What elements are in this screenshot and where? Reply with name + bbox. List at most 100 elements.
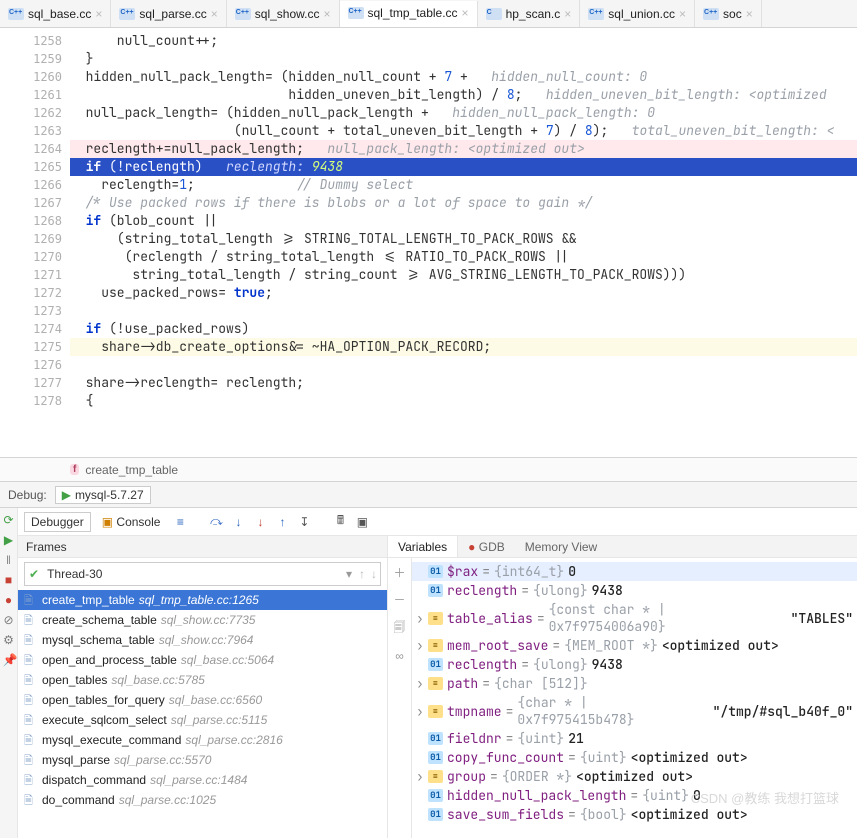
frame-location: sql_base.cc:5064 xyxy=(181,653,274,667)
editor-tab[interactable]: sql_parse.cc× xyxy=(111,0,226,27)
add-watch-icon[interactable]: ＋ xyxy=(393,564,405,581)
chevron-down-icon[interactable]: ▾ xyxy=(342,567,356,581)
variable-row[interactable]: ≡path = {char [512]} xyxy=(412,674,857,693)
line-number[interactable]: 1267 xyxy=(0,194,62,212)
close-icon[interactable]: × xyxy=(679,7,686,21)
variable-name: $rax xyxy=(447,563,478,580)
variable-row[interactable]: ≡tmpname = {char * | 0x7f975415b478} "/t… xyxy=(412,693,857,729)
pause-icon[interactable]: ‖ xyxy=(3,554,15,566)
resume-icon[interactable]: ▶ xyxy=(3,534,15,546)
variable-kind-icon: 01 xyxy=(428,732,443,745)
editor-tab[interactable]: sql_union.cc× xyxy=(580,0,695,27)
run-to-cursor-icon[interactable]: ↧ xyxy=(295,513,313,531)
stack-frame[interactable]: dispatch_command sql_parse.cc:1484 xyxy=(18,770,387,790)
tab-debugger[interactable]: Debugger xyxy=(24,512,91,532)
close-icon[interactable]: × xyxy=(211,7,218,21)
variable-row[interactable]: ≡table_alias = {const char * | 0x7f97540… xyxy=(412,600,857,636)
line-number[interactable]: 1278 xyxy=(0,392,62,410)
line-number[interactable]: 1276 xyxy=(0,356,62,374)
stack-frame[interactable]: mysql_execute_command sql_parse.cc:2816 xyxy=(18,730,387,750)
threads-icon[interactable]: ≡ xyxy=(171,513,189,531)
line-number[interactable]: 1270 xyxy=(0,248,62,266)
line-number[interactable]: 1275 xyxy=(0,338,62,356)
force-step-into-icon[interactable]: ↓ xyxy=(251,513,269,531)
variable-row[interactable]: 01$rax = {int64_t} 0 xyxy=(412,562,857,581)
stack-frame[interactable]: create_tmp_table sql_tmp_table.cc:1265 xyxy=(18,590,387,610)
close-icon[interactable]: × xyxy=(564,7,571,21)
close-icon[interactable]: × xyxy=(323,7,330,21)
tab-memory[interactable]: Memory View xyxy=(515,536,607,557)
stop-icon[interactable]: ■ xyxy=(3,574,15,586)
breadcrumb[interactable]: f create_tmp_table xyxy=(0,458,857,482)
variable-row[interactable]: 01hidden_null_pack_length = {uint} 0 xyxy=(412,786,857,805)
frame-down-icon[interactable]: ↓ xyxy=(368,567,380,581)
stack-frame[interactable]: open_tables_for_query sql_base.cc:6560 xyxy=(18,690,387,710)
line-number[interactable]: 1259 xyxy=(0,50,62,68)
breadcrumb-function: create_tmp_table xyxy=(85,463,178,477)
step-out-icon[interactable]: ↑ xyxy=(273,513,291,531)
step-into-icon[interactable]: ↓ xyxy=(229,513,247,531)
pin-icon[interactable]: 📌 xyxy=(3,654,15,666)
close-icon[interactable]: × xyxy=(462,6,469,20)
line-number[interactable]: 1266 xyxy=(0,176,62,194)
step-over-icon[interactable]: ⤼ xyxy=(207,513,225,531)
editor-tab[interactable]: sql_base.cc× xyxy=(0,0,111,27)
stack-frame[interactable]: create_schema_table sql_show.cc:7735 xyxy=(18,610,387,630)
stack-frame[interactable]: do_command sql_parse.cc:1025 xyxy=(18,790,387,810)
tab-console[interactable]: ▣ Console xyxy=(95,512,168,532)
stack-frame[interactable]: mysql_schema_table sql_show.cc:7964 xyxy=(18,630,387,650)
line-number[interactable]: 1277 xyxy=(0,374,62,392)
remove-watch-icon[interactable]: － xyxy=(393,591,405,608)
variable-name: save_sum_fields xyxy=(447,806,564,823)
stack-frame[interactable]: execute_sqlcom_select sql_parse.cc:5115 xyxy=(18,710,387,730)
close-icon[interactable]: × xyxy=(95,7,102,21)
line-number[interactable]: 1263 xyxy=(0,122,62,140)
run-config-selector[interactable]: ▶ mysql-5.7.27 xyxy=(55,486,151,504)
line-number[interactable]: 1265 xyxy=(0,158,62,176)
evaluate-icon[interactable]: 🖩 xyxy=(331,513,349,531)
editor-tab[interactable]: soc× xyxy=(695,0,762,27)
rerun-icon[interactable]: ⟳ xyxy=(3,514,15,526)
mute-breakpoints-icon[interactable]: ⊘ xyxy=(3,614,15,626)
tab-gdb[interactable]: ● GDB xyxy=(458,536,515,557)
line-number[interactable]: 1261 xyxy=(0,86,62,104)
link-icon[interactable]: ∞ xyxy=(395,649,404,663)
editor-tab[interactable]: sql_tmp_table.cc× xyxy=(340,1,478,28)
variable-row[interactable]: ≡group = {ORDER *} <optimized out> xyxy=(412,767,857,786)
variable-name: tmpname xyxy=(447,703,502,720)
stack-frame[interactable]: open_tables sql_base.cc:5785 xyxy=(18,670,387,690)
variable-row[interactable]: 01save_sum_fields = {bool} <optimized ou… xyxy=(412,805,857,824)
variable-kind-icon: 01 xyxy=(428,751,443,764)
line-number[interactable]: 1273 xyxy=(0,302,62,320)
stack-frame[interactable]: mysql_parse sql_parse.cc:5570 xyxy=(18,750,387,770)
editor-tab[interactable]: hp_scan.c× xyxy=(478,0,581,27)
variable-type: {char [512]} xyxy=(494,675,588,692)
file-type-icon xyxy=(486,8,502,20)
line-number[interactable]: 1268 xyxy=(0,212,62,230)
variable-row[interactable]: 01reclength = {ulong} 9438 xyxy=(412,581,857,600)
line-number[interactable]: 1274 xyxy=(0,320,62,338)
debug-toolbar: Debugger ▣ Console ≡ ⤼ ↓ ↓ ↑ ↧ 🖩 ▣ xyxy=(18,508,857,536)
variable-row[interactable]: ≡mem_root_save = {MEM_ROOT *} <optimized… xyxy=(412,636,857,655)
stack-frame[interactable]: open_and_process_table sql_base.cc:5064 xyxy=(18,650,387,670)
line-number[interactable]: 1269 xyxy=(0,230,62,248)
line-number[interactable]: 1262 xyxy=(0,104,62,122)
line-number[interactable]: 1260 xyxy=(0,68,62,86)
variable-row[interactable]: 01fieldnr = {uint} 21 xyxy=(412,729,857,748)
frame-up-icon[interactable]: ↑ xyxy=(356,567,368,581)
settings-icon[interactable]: ⚙ xyxy=(3,634,15,646)
code-content[interactable]: null_count++; } hidden_null_pack_length=… xyxy=(70,28,857,457)
editor-tab[interactable]: sql_show.cc× xyxy=(227,0,340,27)
close-icon[interactable]: × xyxy=(746,7,753,21)
view-breakpoints-icon[interactable]: ● xyxy=(3,594,15,606)
line-number[interactable]: 1264 xyxy=(0,140,62,158)
thread-selector[interactable]: ✔ Thread-30 ▾ ↑ ↓ xyxy=(24,562,381,586)
tab-variables[interactable]: Variables xyxy=(388,536,458,557)
variable-row[interactable]: 01reclength = {ulong} 9438 xyxy=(412,655,857,674)
line-number[interactable]: 1272 xyxy=(0,284,62,302)
trace-icon[interactable]: ▣ xyxy=(353,513,371,531)
line-number[interactable]: 1271 xyxy=(0,266,62,284)
variable-row[interactable]: 01copy_func_count = {uint} <optimized ou… xyxy=(412,748,857,767)
line-number[interactable]: 1258 xyxy=(0,32,62,50)
copy-icon[interactable]: 🗐 xyxy=(394,618,406,639)
